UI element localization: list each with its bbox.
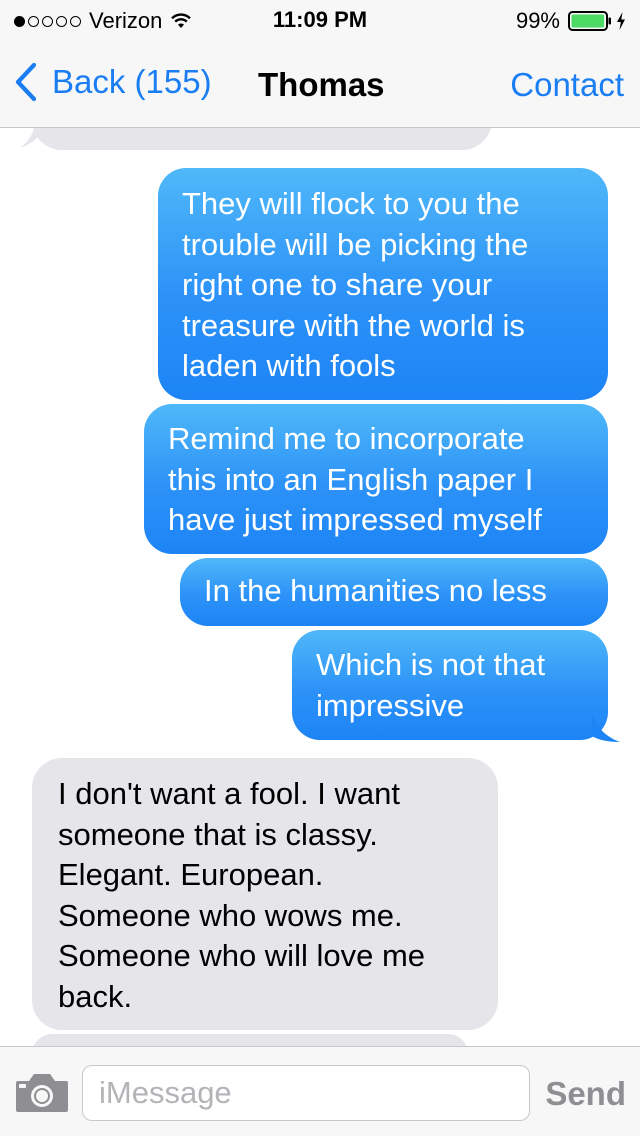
message-bubble-received-partial[interactable] bbox=[32, 1034, 468, 1046]
message-line: this into an English paper I bbox=[168, 461, 534, 497]
battery-icon bbox=[568, 11, 611, 31]
camera-icon[interactable] bbox=[14, 1069, 70, 1115]
message-line: back. bbox=[58, 978, 133, 1014]
bubble-tail bbox=[20, 128, 46, 148]
message-thread[interactable]: They will flock to you the trouble will … bbox=[0, 128, 640, 1046]
message-line: In the humanities no less bbox=[204, 573, 547, 608]
message-input-bar: Send bbox=[0, 1046, 640, 1136]
chevron-left-icon bbox=[15, 62, 37, 102]
message-bubble-received[interactable]: I don't want a fool. I want someone that… bbox=[32, 758, 498, 1030]
nav-bar: Back (155) Thomas Contact bbox=[0, 40, 640, 128]
imessage-input[interactable] bbox=[82, 1065, 530, 1121]
status-bar: Verizon 11:09 PM 99% bbox=[0, 0, 640, 40]
message-line: Someone who wows me. bbox=[58, 897, 403, 933]
message-line: Elegant. European. bbox=[58, 857, 324, 892]
message-line: Which is not that bbox=[316, 647, 546, 682]
send-button[interactable]: Send bbox=[545, 1075, 626, 1113]
status-right: 99% bbox=[516, 8, 626, 34]
back-button-label: Back (155) bbox=[52, 63, 212, 100]
message-line: right one to share your bbox=[182, 267, 493, 302]
message-line: I don't want a fool. I want bbox=[58, 776, 400, 811]
back-button[interactable]: Back (155) bbox=[14, 62, 212, 102]
message-bubble-sent[interactable]: In the humanities no less bbox=[180, 558, 608, 626]
message-bubble-sent[interactable]: Which is not that impressive bbox=[292, 630, 608, 740]
contact-button[interactable]: Contact bbox=[510, 66, 624, 104]
message-line: Someone who will love me bbox=[58, 938, 426, 973]
message-line: treasure with the world is bbox=[182, 307, 525, 343]
message-line: Remind me to incorporate bbox=[168, 421, 525, 456]
battery-percent: 99% bbox=[515, 8, 560, 33]
message-bubble-sent[interactable]: Remind me to incorporate this into an En… bbox=[144, 404, 608, 554]
message-line: laden with fools bbox=[182, 348, 396, 383]
charging-bolt-icon bbox=[617, 12, 625, 30]
message-line: impressive bbox=[316, 687, 465, 723]
conversation-title: Thomas bbox=[258, 66, 385, 103]
bubble-tail bbox=[592, 714, 620, 742]
message-line: trouble will be picking the bbox=[182, 226, 529, 262]
message-line: They will flock to you the bbox=[182, 186, 520, 221]
message-line: someone that is classy. bbox=[58, 816, 378, 852]
message-bubble-received-partial[interactable] bbox=[32, 128, 492, 150]
message-bubble-sent[interactable]: They will flock to you the trouble will … bbox=[158, 168, 608, 400]
message-line: have just impressed myself bbox=[168, 502, 542, 537]
